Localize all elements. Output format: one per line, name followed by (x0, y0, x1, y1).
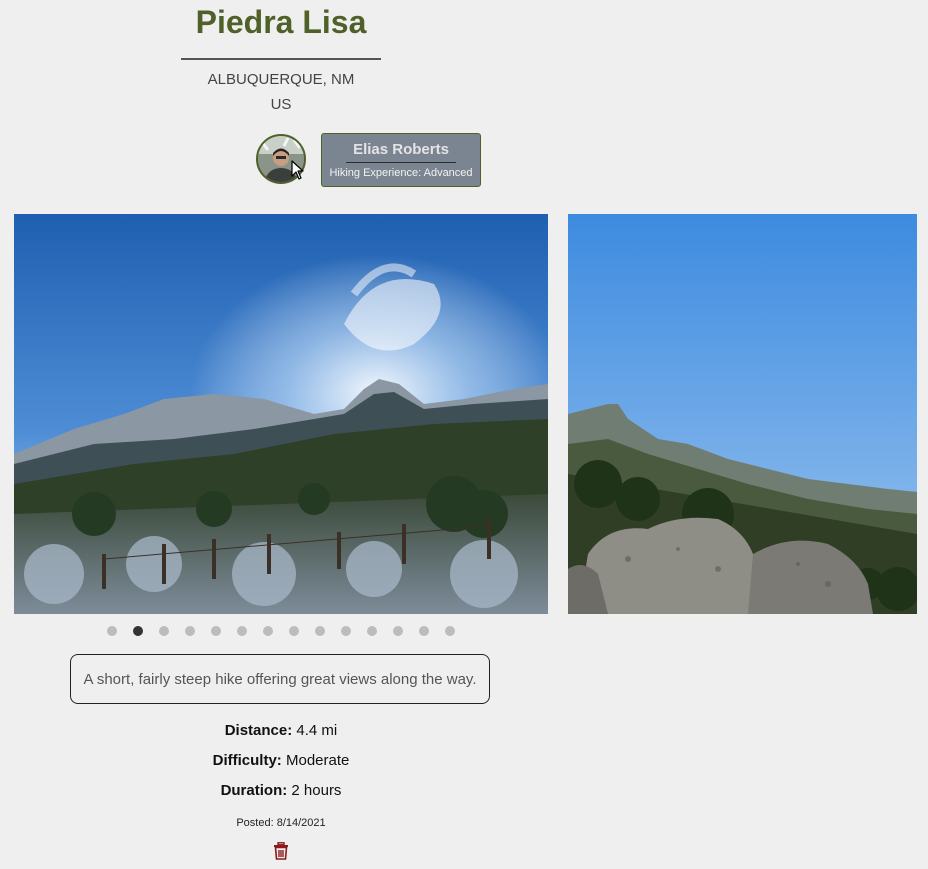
stat-duration: Duration: 2 hours (14, 782, 548, 799)
trail-title: Piedra Lisa (195, 4, 367, 40)
mouse-pointer-icon (291, 160, 304, 180)
stat-difficulty-label: Difficulty: (212, 752, 282, 769)
carousel-photo-next[interactable] (568, 214, 917, 614)
carousel-dot[interactable] (263, 626, 273, 636)
trash-icon[interactable] (273, 842, 289, 860)
carousel-indicators (14, 626, 548, 636)
stat-difficulty: Difficulty: Moderate (14, 752, 548, 769)
carousel-dot[interactable] (393, 626, 403, 636)
stat-difficulty-value: Moderate (281, 752, 350, 769)
carousel-dot[interactable] (419, 626, 429, 636)
mountain-photo-1 (14, 214, 548, 614)
trail-location-city: ALBUQUERQUE, NM (207, 71, 355, 88)
stat-duration-label: Duration: (220, 782, 288, 799)
posted-date: Posted: 8/14/2021 (236, 817, 326, 829)
mountain-photo-2 (568, 214, 917, 614)
stat-duration-value: 2 hours (287, 782, 342, 799)
title-divider (181, 58, 381, 60)
author-card-divider (346, 162, 456, 163)
carousel-dot[interactable] (159, 626, 169, 636)
carousel-photo-current[interactable] (14, 214, 548, 614)
stat-distance: Distance: 4.4 mi (14, 722, 548, 739)
carousel-dot[interactable] (211, 626, 221, 636)
carousel-dot[interactable] (107, 626, 117, 636)
stat-distance-label: Distance: (224, 722, 293, 739)
trail-location-country: US (270, 96, 292, 113)
carousel-dot[interactable] (341, 626, 351, 636)
trail-description: A short, fairly steep hike offering grea… (70, 654, 490, 704)
carousel-dot[interactable] (185, 626, 195, 636)
carousel-dot[interactable] (315, 626, 325, 636)
carousel-dot[interactable] (237, 626, 247, 636)
carousel-dot[interactable] (367, 626, 377, 636)
stat-distance-value: 4.4 mi (292, 722, 338, 739)
author-name[interactable]: Elias Roberts (322, 141, 480, 158)
author-card[interactable]: Elias Roberts Hiking Experience: Advance… (321, 133, 481, 187)
carousel-dot[interactable] (445, 626, 455, 636)
carousel-dot-active[interactable] (133, 626, 143, 636)
author-experience: Hiking Experience: Advanced (329, 167, 473, 179)
carousel-dot[interactable] (289, 626, 299, 636)
